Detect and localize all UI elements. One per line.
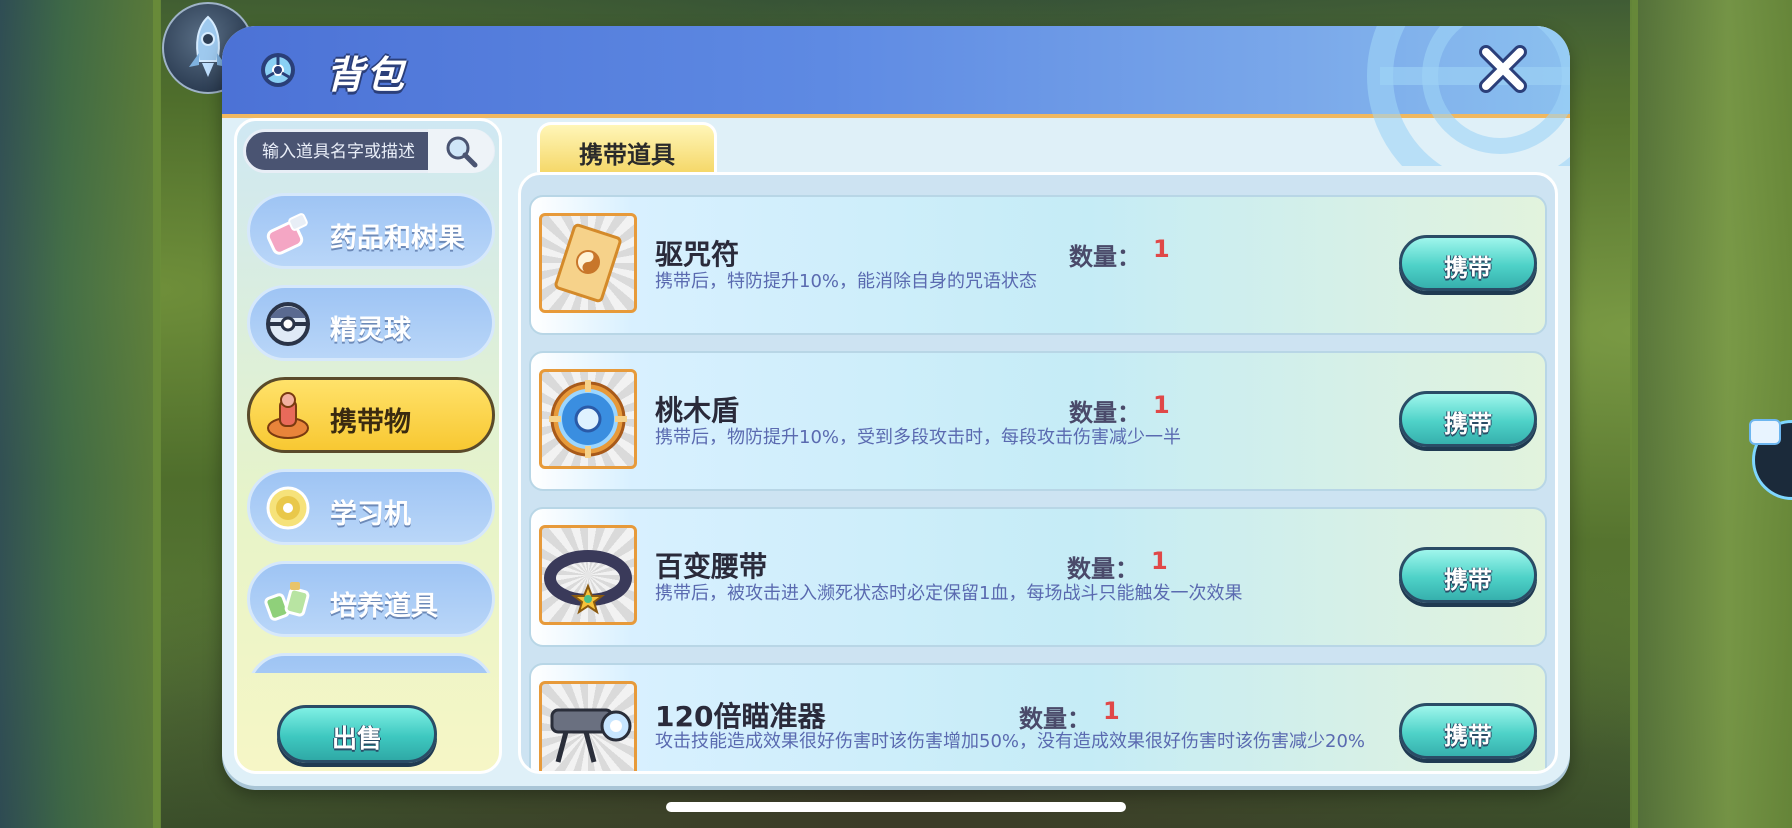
category-pokeball[interactable]: 精灵球 <box>247 285 495 361</box>
item-row: 百变腰带 数量： 1 携带后，被攻击进入濒死状态时必定保留1血，每场战斗只能触发… <box>529 507 1547 647</box>
carry-button-label: 携带 <box>1444 410 1492 438</box>
category-held-items[interactable]: 携带物 <box>247 377 495 453</box>
category-label: 学习机 <box>330 499 411 530</box>
backpack-panel: 背包 药品和树果 <box>222 26 1570 786</box>
tab-label: 携带道具 <box>579 141 675 169</box>
item-name: 120倍瞄准器 <box>655 700 826 733</box>
talisman-icon <box>554 223 622 303</box>
quantity-value: 1 <box>1153 235 1170 263</box>
category-label: 药品和树果 <box>330 223 465 254</box>
disc-icon <box>266 486 310 530</box>
item-description: 携带后，物防提升10%，受到多段攻击时，每段攻击伤害减少一半 <box>655 427 1182 448</box>
carry-button[interactable]: 携带 <box>1399 703 1537 759</box>
quantity-label: 数量： <box>1019 705 1091 733</box>
item-row: 驱咒符 数量： 1 携带后，特防提升10%，能消除自身的咒语状态 携带 <box>529 195 1547 335</box>
carry-button-label: 携带 <box>1444 722 1492 750</box>
item-thumbnail <box>539 525 637 625</box>
frame-edge-left <box>153 0 161 828</box>
quantity-label: 数量： <box>1069 399 1141 427</box>
carry-button[interactable]: 携带 <box>1399 547 1537 603</box>
search-input[interactable] <box>246 132 454 172</box>
background-left-scene <box>0 0 160 828</box>
item-row: 120倍瞄准器 数量： 1 攻击技能造成效果很好伤害时该伤害增加50%，没有造成… <box>529 663 1547 771</box>
close-icon[interactable] <box>1476 42 1530 96</box>
item-name: 桃木盾 <box>655 394 740 427</box>
sell-button-label: 出售 <box>331 724 382 753</box>
category-label: 精灵球 <box>330 315 411 346</box>
quantity-value: 1 <box>1153 391 1170 419</box>
frame-edge-right <box>1630 0 1638 828</box>
search-bar <box>243 129 495 173</box>
quantity-value: 1 <box>1103 697 1120 725</box>
item-thumbnail <box>539 369 637 469</box>
training-item-icon <box>264 582 310 621</box>
shield-icon <box>549 380 627 458</box>
item-name: 驱咒符 <box>655 238 740 271</box>
category-tm[interactable]: 学习机 <box>247 469 495 545</box>
category-more[interactable] <box>247 653 495 673</box>
side-widget-chip-icon <box>1749 419 1781 445</box>
scope-icon <box>550 708 632 763</box>
item-name: 百变腰带 <box>655 550 768 583</box>
item-row: 桃木盾 数量： 1 携带后，物防提升10%，受到多段攻击时，每段攻击伤害减少一半… <box>529 351 1547 491</box>
belt-icon <box>544 550 632 615</box>
carry-button[interactable]: 携带 <box>1399 391 1537 447</box>
quantity-value: 1 <box>1151 547 1168 575</box>
item-description: 携带后，被攻击进入濒死状态时必定保留1血，每场战斗只能触发一次效果 <box>655 583 1243 604</box>
search-icon <box>446 136 478 168</box>
category-list: 药品和树果 精灵球 携带物 学习机 培养道具 <box>247 193 499 673</box>
item-list[interactable]: 驱咒符 数量： 1 携带后，特防提升10%，能消除自身的咒语状态 携带 桃木盾 … <box>518 172 1558 774</box>
category-label: 携带物 <box>330 407 411 438</box>
pokeball-decoration-icon <box>1367 26 1570 166</box>
carry-button-label: 携带 <box>1444 254 1492 282</box>
background-right-scene <box>1632 0 1792 828</box>
carry-button-label: 携带 <box>1444 566 1492 594</box>
item-thumbnail <box>539 213 637 313</box>
item-description: 携带后，特防提升10%，能消除自身的咒语状态 <box>655 271 1038 292</box>
page-title: 背包 <box>326 53 407 97</box>
backpack-pokeball-icon <box>261 53 295 87</box>
category-medicine-berries[interactable]: 药品和树果 <box>247 193 495 269</box>
category-sidebar: 药品和树果 精灵球 携带物 <box>234 118 502 774</box>
search-button[interactable] <box>428 129 494 173</box>
category-training-items[interactable]: 培养道具 <box>247 561 495 637</box>
quantity-label: 数量： <box>1067 555 1139 583</box>
item-description: 攻击技能造成效果很好伤害时该伤害增加50%，没有造成效果很好伤害时该伤害减少20… <box>655 731 1366 752</box>
panel-header: 背包 <box>222 26 1570 166</box>
category-label: 培养道具 <box>330 591 438 622</box>
pokeball-icon <box>266 302 310 346</box>
tab-held-items[interactable]: 携带道具 <box>537 122 717 172</box>
held-item-icon <box>267 392 309 439</box>
carry-button[interactable]: 携带 <box>1399 235 1537 291</box>
item-thumbnail <box>539 681 637 771</box>
sell-button[interactable]: 出售 <box>277 705 437 763</box>
potion-icon <box>266 213 308 255</box>
home-indicator[interactable] <box>666 802 1126 812</box>
quantity-label: 数量： <box>1069 243 1141 271</box>
